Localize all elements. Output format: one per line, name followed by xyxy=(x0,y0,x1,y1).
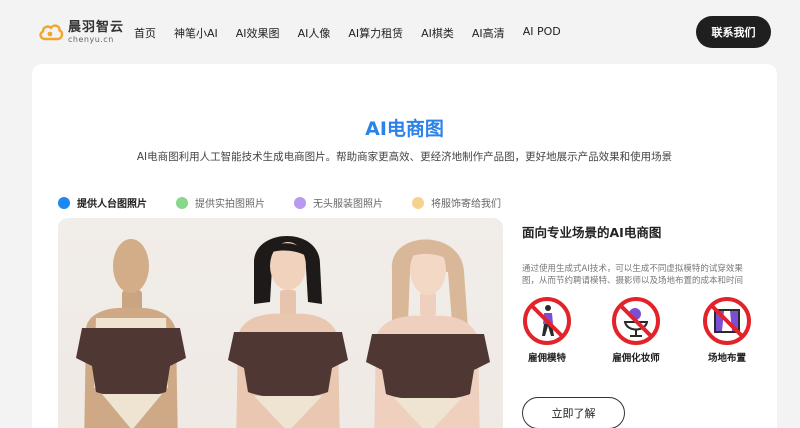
tab-real-photo[interactable]: 提供实拍图照片 xyxy=(176,195,265,210)
model-comparison-illustration xyxy=(76,236,490,428)
site-header: 晨羽智云 chenyu.cn 首页 神笔小AI AI效果图 AI人像 AI算力租… xyxy=(0,0,800,64)
tab-dot-icon xyxy=(412,196,424,209)
tab-label: 无头服装图照片 xyxy=(313,199,383,210)
feature-panel: 面向专业场景的AI电商图 通过使用生成式AI技术，可以生成不同虚拟模特的试穿效果… xyxy=(522,222,762,428)
nav-item-ai-hd[interactable]: AI高清 xyxy=(472,25,505,41)
no-makeup-artist-icon xyxy=(612,297,660,345)
nav-item-ai-rendering[interactable]: AI效果图 xyxy=(236,25,280,41)
main-nav: 首页 神笔小AI AI效果图 AI人像 AI算力租赁 AI棋类 AI高清 AI … xyxy=(134,25,579,41)
brand-logo[interactable]: 晨羽智云 chenyu.cn xyxy=(38,20,124,44)
tab-ship-garment[interactable]: 将服饰寄给我们 xyxy=(412,195,501,210)
brand-text: 晨羽智云 chenyu.cn xyxy=(68,21,124,44)
tab-dot-icon xyxy=(294,196,306,209)
model-figure-dark-hair xyxy=(228,236,348,428)
feature-no-venue: 场地布置 xyxy=(692,296,762,364)
model-figure-blonde xyxy=(366,239,490,428)
feature-label: 场地布置 xyxy=(707,353,746,364)
feature-label: 雇佣模特 xyxy=(527,353,566,364)
feature-no-model: 雇佣模特 xyxy=(512,296,582,364)
contact-us-button[interactable]: 联系我们 xyxy=(696,16,771,48)
feature-description: 通过使用生成式AI技术，可以生成不同虚拟模特的试穿效果图，从而节约聘请模特、摄影… xyxy=(522,264,744,286)
feature-label: 雇佣化妆师 xyxy=(612,353,660,364)
feature-title: 面向专业场景的AI电商图 xyxy=(522,225,662,240)
input-type-tabs: 提供人台图照片 提供实拍图照片 无头服装图照片 将服饰寄给我们 xyxy=(58,195,530,210)
no-model-icon xyxy=(523,297,571,345)
mannequin-figure xyxy=(76,239,186,428)
nav-item-shenbi-ai[interactable]: 神笔小AI xyxy=(174,25,218,41)
feature-no-makeup-artist: 雇佣化妆师 xyxy=(601,296,671,364)
brand-name: 晨羽智云 xyxy=(68,19,125,35)
tab-mannequin-photo[interactable]: 提供人台图照片 xyxy=(58,195,147,210)
no-venue-icon xyxy=(703,297,751,345)
nav-item-ai-pod[interactable]: AI POD xyxy=(523,25,561,41)
tab-dot-icon xyxy=(176,196,188,209)
cloud-logo-icon xyxy=(39,24,64,41)
nav-item-ai-portrait[interactable]: AI人像 xyxy=(298,25,331,41)
page-subtitle: AI电商图利用人工智能技术生成电商图片。帮助商家更高效、更经济地制作产品图，更好… xyxy=(136,151,673,163)
learn-more-button[interactable]: 立即了解 xyxy=(522,397,625,428)
tab-headless-garment-photo[interactable]: 无头服装图照片 xyxy=(294,195,383,210)
tab-label: 提供人台图照片 xyxy=(77,199,147,210)
nav-item-ai-compute-rental[interactable]: AI算力租赁 xyxy=(348,25,403,41)
brand-domain: chenyu.cn xyxy=(68,34,114,44)
nav-item-ai-chess[interactable]: AI棋类 xyxy=(421,25,454,41)
nav-item-home[interactable]: 首页 xyxy=(134,25,156,41)
tab-dot-icon xyxy=(58,196,70,209)
model-comparison-image xyxy=(58,218,503,428)
tab-label: 提供实拍图照片 xyxy=(195,199,265,210)
page-title: AI电商图 xyxy=(365,118,444,140)
ecommerce-section: AI电商图 AI电商图利用人工智能技术生成电商图片。帮助商家更高效、更经济地制作… xyxy=(32,64,777,428)
tab-label: 将服饰寄给我们 xyxy=(431,199,501,210)
